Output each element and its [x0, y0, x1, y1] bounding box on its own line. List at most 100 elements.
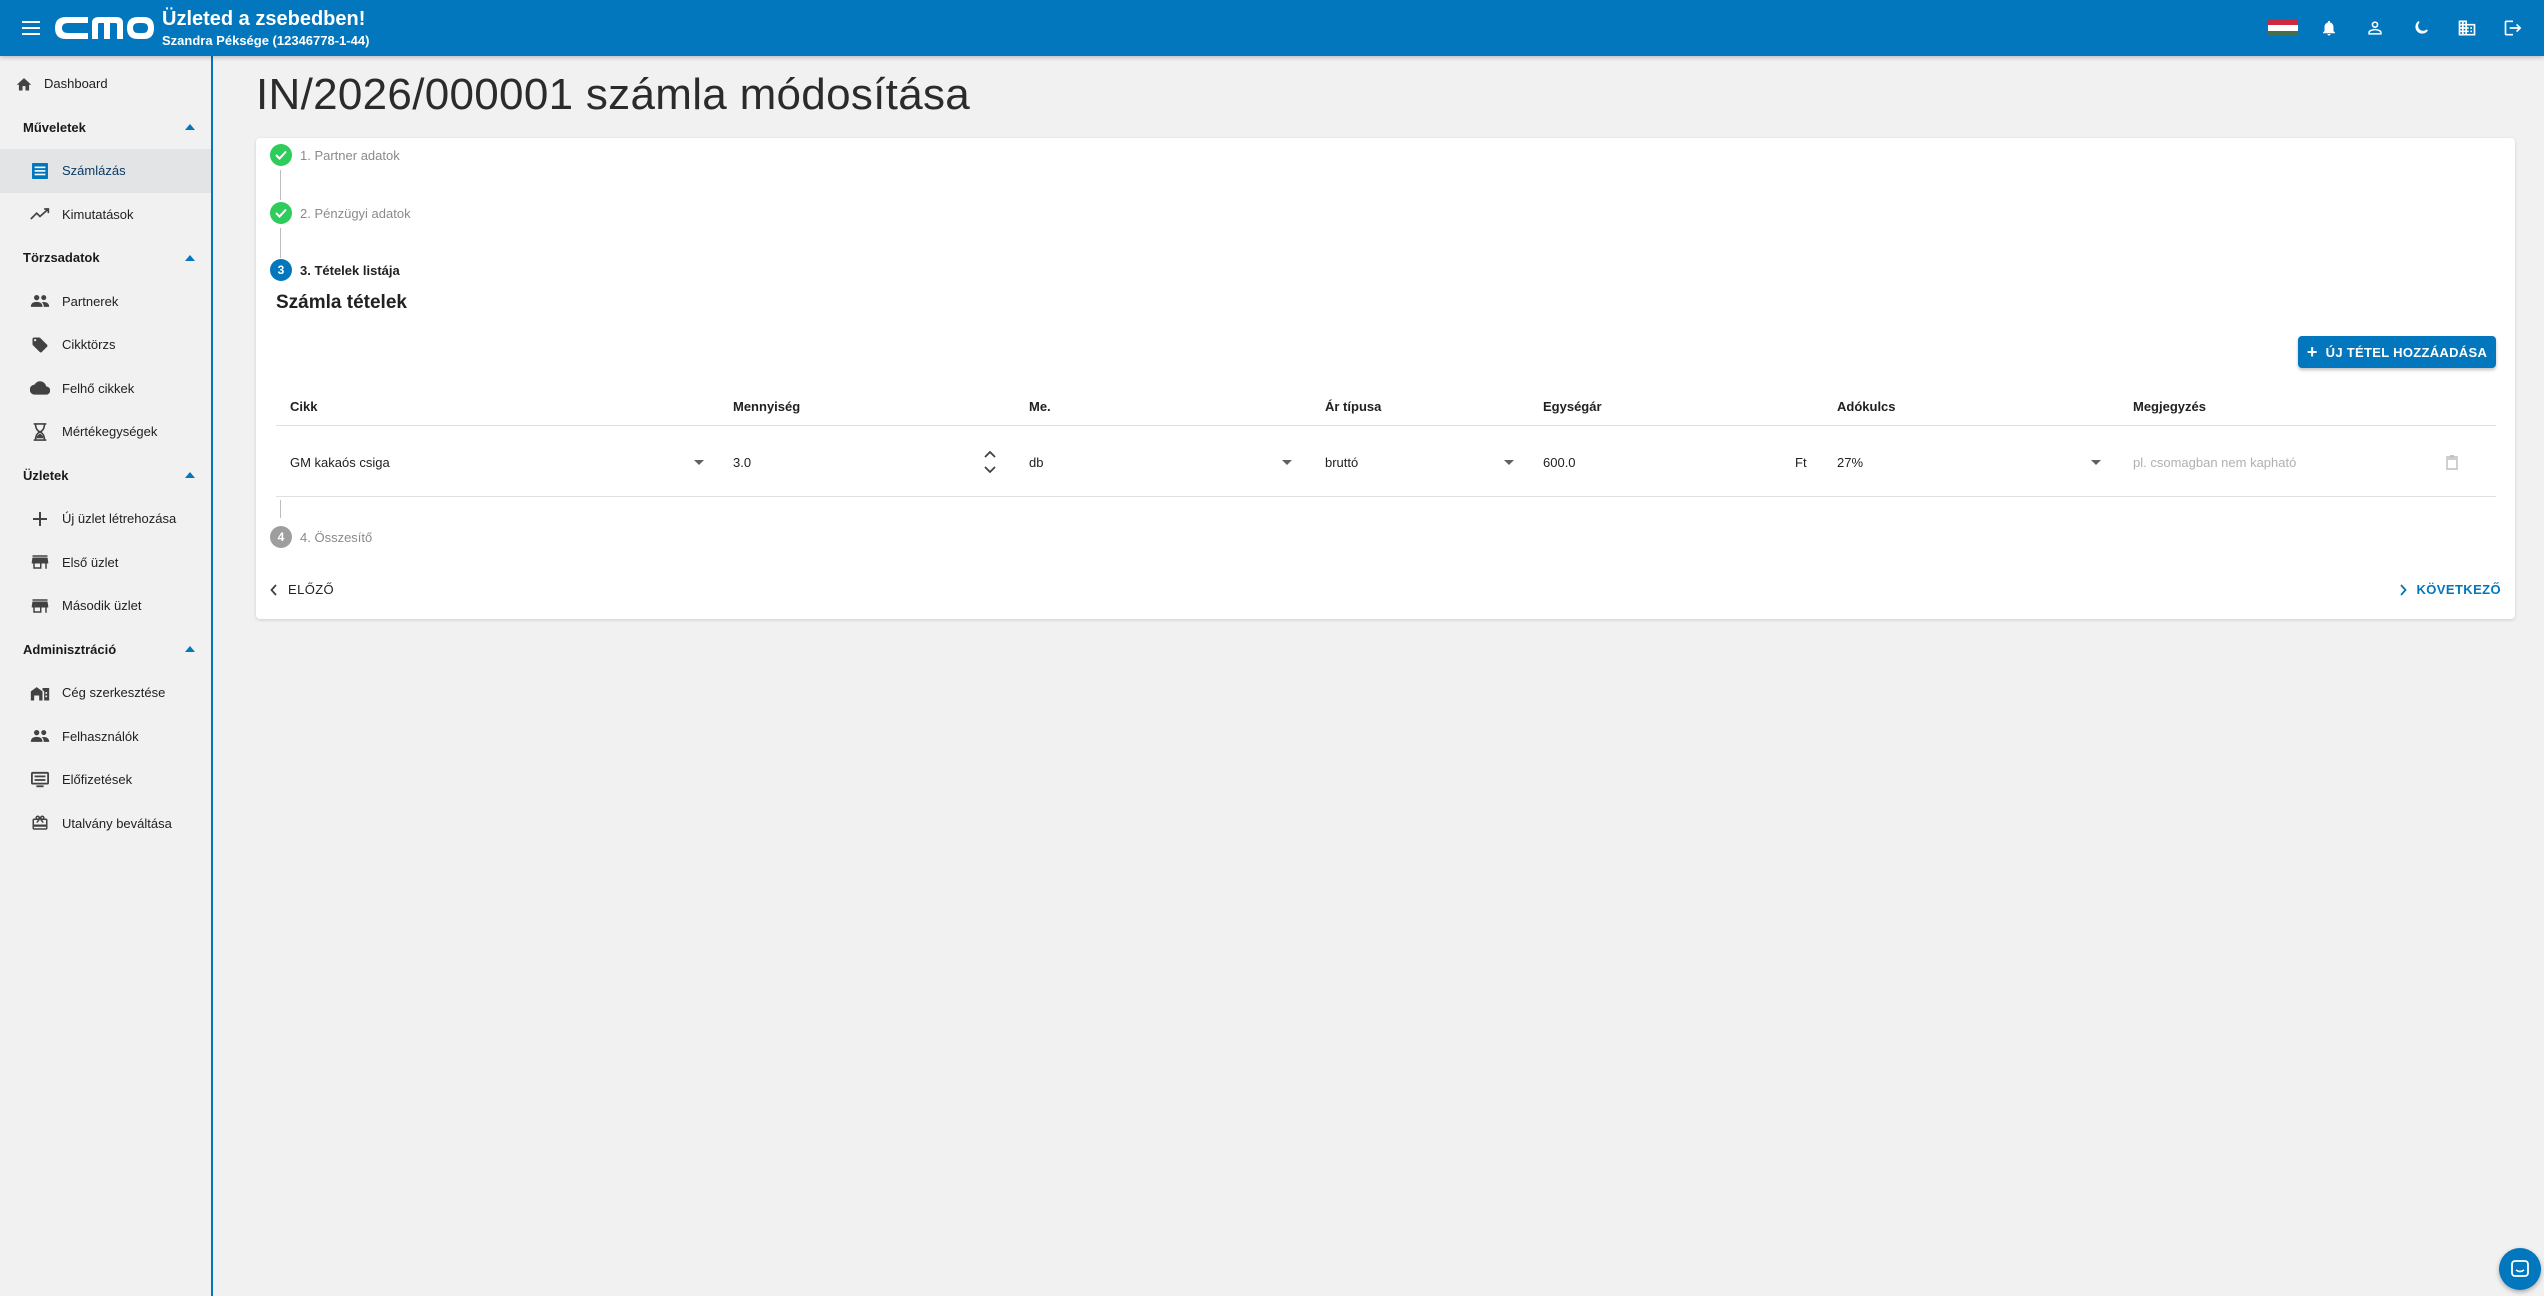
- sidebar-item-felho-cikkek[interactable]: Felhő cikkek: [0, 367, 211, 411]
- flag-hu-icon: [2268, 20, 2298, 36]
- chevron-right-icon: [2399, 583, 2407, 596]
- sidebar-section-torzsadatok[interactable]: Törzsadatok: [0, 236, 211, 280]
- step-2[interactable]: 2. Pénzügyi adatok: [270, 202, 411, 224]
- page-title: IN/2026/000001 számla módosítása: [256, 70, 971, 119]
- header-actions: [2260, 0, 2536, 56]
- step-3[interactable]: 3 3. Tételek listája: [270, 259, 400, 281]
- dropdown-caret-icon: [1504, 460, 1514, 465]
- tag-icon: [30, 335, 50, 355]
- sidebar-item-utalvany[interactable]: Utalvány beváltása: [0, 802, 211, 846]
- column-header-megjegyzes: Megjegyzés: [2133, 399, 2206, 414]
- unit-value: db: [1029, 454, 1044, 470]
- item-select[interactable]: GM kakaós csiga: [290, 427, 704, 497]
- menu-icon[interactable]: [16, 13, 46, 43]
- add-item-label: ÚJ TÉTEL HOZZÁADÁSA: [2325, 344, 2488, 360]
- account-icon[interactable]: [2352, 5, 2398, 51]
- price-type-select[interactable]: bruttó: [1325, 427, 1515, 497]
- column-header-cikk: Cikk: [290, 399, 318, 414]
- step-number: 4: [270, 526, 292, 548]
- subscription-icon: [30, 770, 50, 790]
- column-header-ar-tipusa: Ár típusa: [1325, 399, 1382, 414]
- sidebar-item-ceg-szerkesztese[interactable]: Cég szerkesztése: [0, 671, 211, 715]
- add-item-button[interactable]: + ÚJ TÉTEL HOZZÁADÁSA: [2298, 336, 2496, 368]
- sidebar-item-label: Felhő cikkek: [62, 380, 135, 396]
- sidebar-item-label: Mértékegységek: [62, 424, 158, 440]
- step-label: 1. Partner adatok: [300, 147, 400, 163]
- dropdown-caret-icon: [1282, 460, 1292, 465]
- table-row: GM kakaós csiga 3.0 db bruttó 600.0 Ft 2…: [276, 427, 2496, 497]
- hourglass-icon: [30, 422, 50, 442]
- sidebar-item-label: Kimutatások: [62, 206, 134, 222]
- step-label: 2. Pénzügyi adatok: [300, 205, 411, 221]
- step-connector: [280, 228, 281, 258]
- company-icon[interactable]: [2444, 5, 2490, 51]
- collapse-caret-icon: [185, 646, 195, 653]
- delete-icon[interactable]: [2446, 427, 2466, 497]
- app-logo[interactable]: [52, 7, 156, 49]
- dropdown-caret-icon: [2091, 460, 2101, 465]
- sidebar-item-masodik-uzlet[interactable]: Második üzlet: [0, 584, 211, 628]
- domain-edit-icon: [30, 683, 50, 703]
- sidebar-item-uj-uzlet[interactable]: Új üzlet létrehozása: [0, 497, 211, 541]
- items-table-header: Cikk Mennyiség Me. Ár típusa Egységár Ad…: [276, 390, 2496, 426]
- people-icon: [30, 291, 50, 311]
- sidebar-section-adminisztracio[interactable]: Adminisztráció: [0, 628, 211, 672]
- dark-mode-icon[interactable]: [2398, 5, 2444, 51]
- sidebar-item-dashboard[interactable]: Dashboard: [0, 62, 211, 106]
- sidebar-section-uzletek[interactable]: Üzletek: [0, 454, 211, 498]
- note-field[interactable]: pl. csomagban nem kapható: [2133, 427, 2403, 497]
- collapse-caret-icon: [185, 254, 195, 261]
- chevron-left-icon: [270, 583, 277, 596]
- previous-button[interactable]: ELŐZŐ: [270, 582, 334, 597]
- sidebar-item-elofizetesek[interactable]: Előfizetések: [0, 758, 211, 802]
- sidebar-item-elso-uzlet[interactable]: Első üzlet: [0, 541, 211, 585]
- sidebar-item-label: Első üzlet: [62, 554, 119, 570]
- trending-icon: [30, 204, 50, 224]
- chat-icon[interactable]: [2499, 1248, 2541, 1290]
- quantity-stepper[interactable]: 3.0: [733, 427, 996, 497]
- invoice-stepper-card: 1. Partner adatok 2. Pénzügyi adatok 3 3…: [256, 138, 2515, 619]
- main-content: IN/2026/000001 számla módosítása 1. Part…: [215, 56, 2544, 1296]
- tax-rate-select[interactable]: 27%: [1837, 427, 2101, 497]
- item-value: GM kakaós csiga: [290, 454, 390, 470]
- sidebar-item-label: Cikktörzs: [62, 337, 116, 353]
- sidebar-item-szamlazas[interactable]: Számlázás: [0, 149, 211, 193]
- column-header-adokulcs: Adókulcs: [1837, 399, 1896, 414]
- currency-suffix: Ft: [1795, 454, 1807, 470]
- section-title: Számla tételek: [276, 292, 407, 313]
- store-icon: [30, 552, 50, 572]
- sidebar-item-cikktorzs[interactable]: Cikktörzs: [0, 323, 211, 367]
- dropdown-caret-icon: [694, 460, 704, 465]
- home-icon: [14, 74, 34, 94]
- note-placeholder: pl. csomagban nem kapható: [2133, 454, 2297, 470]
- check-icon: [270, 202, 292, 224]
- cloud-icon: [30, 378, 50, 398]
- list-icon: [30, 161, 50, 181]
- language-flag-button[interactable]: [2260, 5, 2306, 51]
- collapse-caret-icon: [185, 472, 195, 479]
- bell-icon[interactable]: [2306, 5, 2352, 51]
- step-4[interactable]: 4 4. Összesítő: [270, 526, 372, 548]
- plus-icon: [30, 509, 50, 529]
- redeem-icon: [30, 813, 50, 833]
- unit-price-field[interactable]: 600.0 Ft: [1543, 427, 1813, 497]
- app-title: Üzleted a zsebedben!: [162, 8, 366, 30]
- next-button[interactable]: KÖVETKEZŐ: [2399, 582, 2502, 597]
- sidebar-item-label: Partnerek: [62, 293, 119, 309]
- sidebar-item-felhasznalok[interactable]: Felhasználók: [0, 715, 211, 759]
- sidebar-item-label: Második üzlet: [62, 598, 142, 614]
- spin-arrows-icon[interactable]: [984, 450, 996, 477]
- sidebar-item-partnerek[interactable]: Partnerek: [0, 280, 211, 324]
- step-1[interactable]: 1. Partner adatok: [270, 144, 400, 166]
- next-label: KÖVETKEZŐ: [2416, 582, 2501, 597]
- unit-select[interactable]: db: [1029, 427, 1292, 497]
- logout-icon[interactable]: [2490, 5, 2536, 51]
- step-label: 4. Összesítő: [300, 529, 373, 545]
- sidebar-item-mertekegysegek[interactable]: Mértékegységek: [0, 410, 211, 454]
- brand-block: Üzleted a zsebedben! Szandra Péksége (12…: [162, 6, 369, 50]
- sidebar-item-label: Dashboard: [44, 76, 108, 92]
- sidebar-item-kimutatasok[interactable]: Kimutatások: [0, 193, 211, 237]
- sidebar-section-muveletek[interactable]: Műveletek: [0, 106, 211, 150]
- step-connector: [280, 170, 281, 200]
- app-header: Üzleted a zsebedben! Szandra Péksége (12…: [0, 0, 2544, 56]
